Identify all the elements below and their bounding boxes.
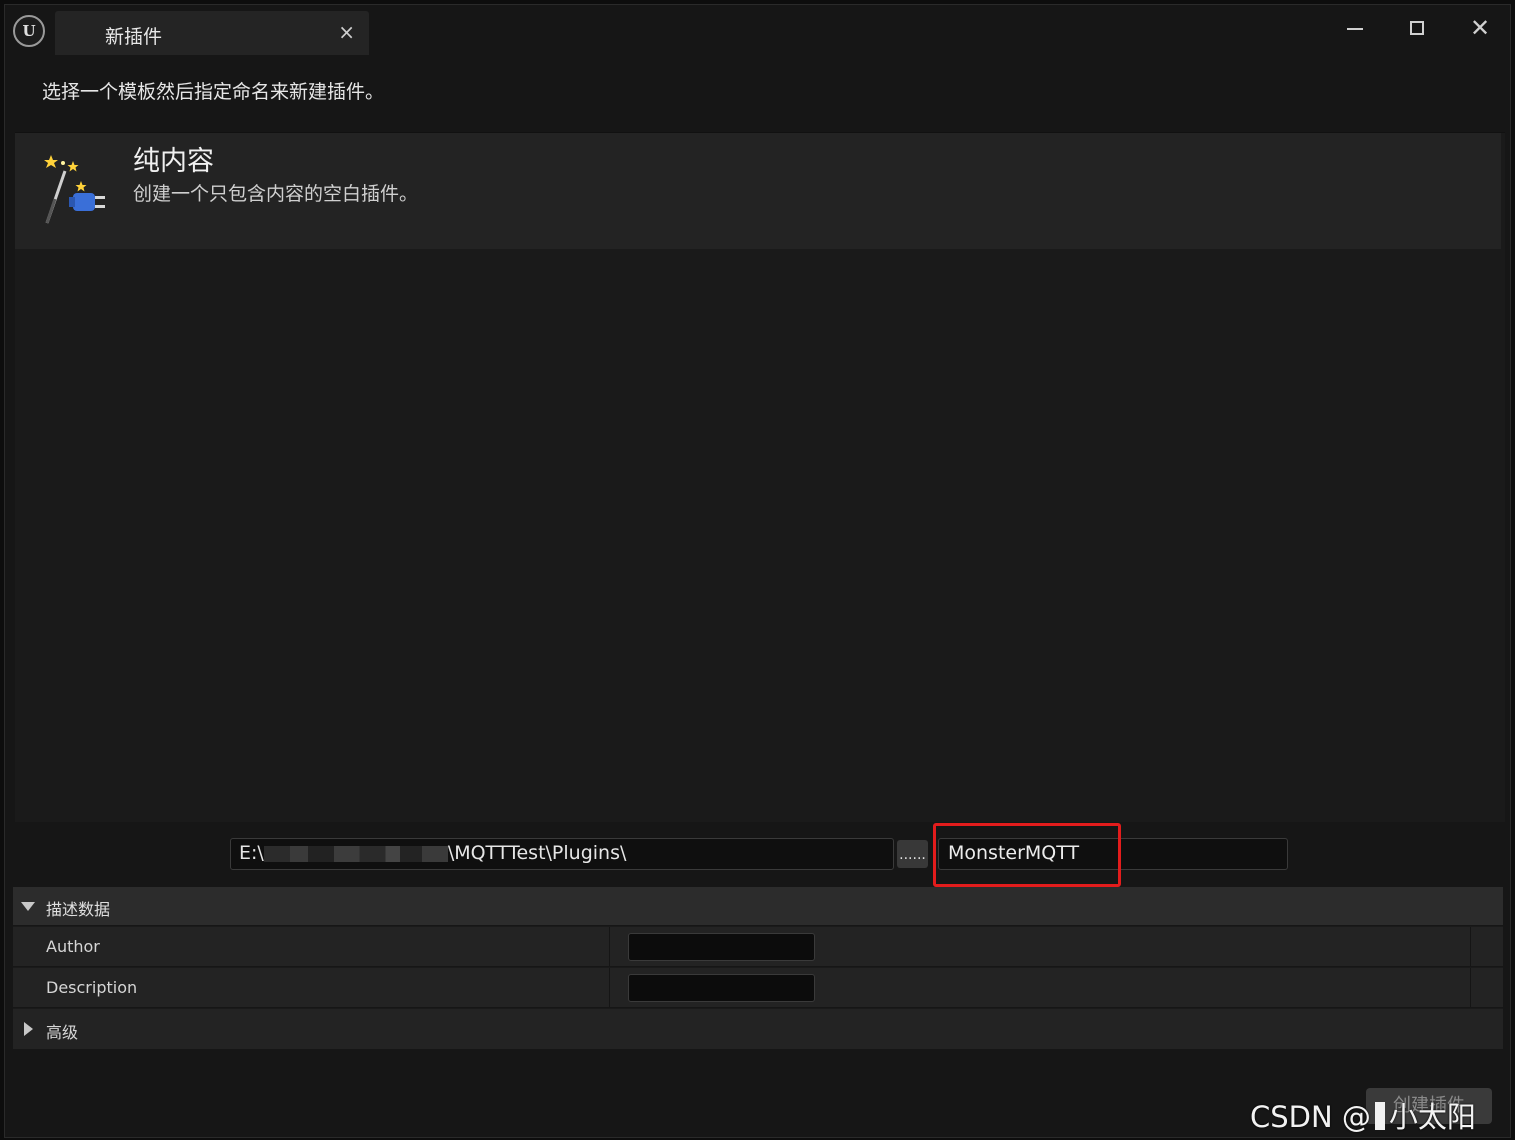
author-input[interactable]: [628, 933, 815, 961]
collapsed-arrow-icon: [24, 1022, 33, 1036]
description-row: Description: [13, 967, 1503, 1007]
browse-path-button[interactable]: ......: [897, 840, 928, 868]
template-name: 纯内容: [133, 146, 214, 177]
descriptor-section-header[interactable]: 描述数据: [13, 887, 1503, 925]
section-title: 描述数据: [46, 900, 111, 919]
description-input[interactable]: [628, 974, 815, 1002]
watermark-suffix: 小太阳: [1388, 1100, 1476, 1134]
close-icon: ✕: [1469, 14, 1491, 42]
advanced-label: 高级: [46, 1023, 79, 1042]
unreal-engine-logo-icon: U: [13, 15, 45, 47]
plugin-path-field[interactable]: E:\ \MQTTTest\Plugins\: [230, 838, 894, 870]
instruction-text: 选择一个模板然后指定命名来新建插件。: [42, 81, 385, 103]
magic-wand-plugin-icon: [44, 155, 105, 224]
watermark-redaction-bar: [1374, 1102, 1385, 1130]
author-row: Author: [13, 926, 1503, 966]
author-label: Author: [46, 937, 100, 956]
expand-arrow-icon: [21, 902, 35, 911]
column-divider-right: [1470, 968, 1471, 1007]
description-label: Description: [46, 978, 138, 997]
tab-close-icon[interactable]: ×: [338, 21, 355, 43]
advanced-section-header[interactable]: 高级: [13, 1008, 1503, 1049]
path-prefix: E:\: [239, 842, 264, 864]
close-window-button[interactable]: ✕: [1460, 11, 1500, 45]
template-description: 创建一个只包含内容的空白插件。: [133, 183, 419, 205]
plugin-name-input[interactable]: MonsterMQTT: [938, 838, 1288, 870]
tab-new-plugin[interactable]: 新插件 ×: [55, 11, 369, 55]
path-suffix: \MQTTTest\Plugins\: [447, 842, 627, 864]
maximize-icon: [1410, 21, 1424, 35]
minimize-icon: [1347, 28, 1363, 30]
template-list: 纯内容 创建一个只包含内容的空白插件。: [15, 132, 1505, 823]
redacted-path-segment: [263, 845, 448, 862]
minimize-button[interactable]: [1335, 11, 1375, 45]
column-divider: [609, 968, 610, 1007]
logo-letter: U: [22, 22, 36, 40]
maximize-button[interactable]: [1397, 11, 1437, 45]
title-bar: U 新插件 × ✕: [5, 5, 1510, 61]
descriptor-details-panel: 描述数据 Author Description 高级: [13, 887, 1503, 1049]
tab-title: 新插件: [105, 26, 163, 48]
column-divider-right: [1470, 927, 1471, 966]
column-divider: [609, 927, 610, 966]
csdn-watermark: CSDN @ 小太阳: [1250, 1094, 1476, 1136]
watermark-prefix: CSDN @: [1250, 1100, 1371, 1134]
template-item-content-only[interactable]: 纯内容 创建一个只包含内容的空白插件。: [15, 133, 1501, 249]
new-plugin-window: U 新插件 × ✕ 选择一个模板然后指定命名来新建插件。 纯内容 创建一个只包含…: [4, 4, 1511, 1138]
path-row: E:\ \MQTTTest\Plugins\ ...... MonsterMQTT: [15, 822, 1505, 890]
